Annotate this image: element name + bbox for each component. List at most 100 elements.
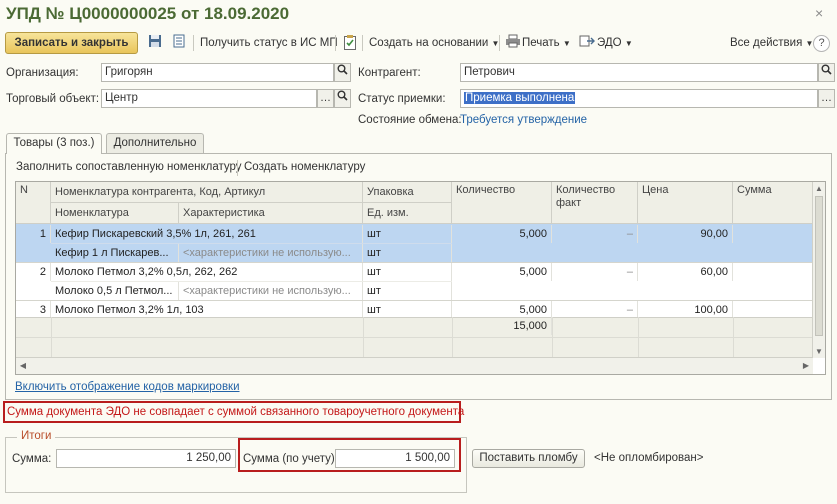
package-cell[interactable]: шт [363, 225, 452, 243]
counterparty-nom-cell[interactable]: Молоко Петмол 3,2% 1л, 103 [51, 301, 363, 317]
package-cell[interactable]: шт [363, 263, 452, 281]
edo-icon[interactable] [578, 34, 596, 52]
edo-label: ЭДО [597, 37, 622, 49]
search-icon[interactable] [818, 63, 835, 82]
footer-col-divider [452, 317, 453, 358]
header-n[interactable]: N [16, 182, 51, 224]
fill-matched-button[interactable]: Заполнить сопоставленную номенклатуру [16, 161, 242, 173]
quantity-cell[interactable]: 5,000 [452, 301, 552, 317]
exchange-state-label: Состояние обмена: [358, 114, 462, 126]
save-icon[interactable] [146, 34, 164, 52]
scroll-left-icon[interactable]: ◀ [18, 361, 28, 370]
accept-status-field[interactable]: Приемка выполнена [460, 89, 818, 108]
header-quantity-fact[interactable]: Количество факт [552, 182, 638, 224]
scroll-right-icon[interactable]: ▶ [801, 361, 811, 370]
unit-cell[interactable]: шт [363, 244, 452, 262]
document-list-icon[interactable] [170, 34, 188, 52]
footer-col-divider [552, 317, 553, 358]
package-cell[interactable]: шт [363, 301, 452, 317]
ellipsis-icon[interactable]: … [317, 89, 334, 108]
edo-dropdown[interactable]: ЭДО ▼ [597, 37, 633, 49]
footer-divider [16, 337, 813, 338]
sum-accounting-field[interactable]: 1 500,00 [335, 449, 455, 468]
quantity-cell[interactable]: 5,000 [452, 263, 552, 281]
search-icon[interactable] [334, 89, 351, 108]
seal-button[interactable]: Поставить пломбу [472, 449, 585, 468]
header-characteristic[interactable]: Характеристика [179, 203, 363, 224]
chevron-down-icon: ▼ [624, 39, 633, 48]
footer-col-divider [638, 317, 639, 358]
sum-field[interactable]: 1 250,00 [56, 449, 236, 468]
print-dropdown[interactable]: Печать ▼ [522, 37, 571, 49]
chevron-down-icon: ▼ [562, 39, 571, 48]
toolbar-divider [237, 160, 238, 176]
toolbar-divider [362, 35, 363, 51]
header-unit[interactable]: Ед. изм. [363, 203, 452, 224]
quantity-fact-cell[interactable]: – [552, 301, 638, 317]
header-counterparty-nom[interactable]: Номенклатура контрагента, Код, Артикул [51, 182, 363, 203]
row-number: 3 [16, 301, 51, 317]
seal-status: <Не опломбирован> [594, 452, 704, 464]
footer-col-divider [733, 317, 734, 358]
quantity-cell[interactable]: 5,000 [452, 225, 552, 243]
clipboard-check-icon[interactable] [341, 34, 359, 52]
all-actions-label: Все действия [730, 37, 803, 49]
organization-field[interactable]: Григорян [101, 63, 334, 82]
trade-object-label: Торговый объект: [6, 93, 100, 105]
footer-col-divider [363, 317, 364, 358]
row-number: 1 [16, 225, 51, 243]
page-title: УПД № Ц0000000025 от 18.09.2020 [6, 4, 290, 23]
close-icon[interactable]: × [815, 6, 829, 20]
quantity-fact-cell[interactable]: – [552, 263, 638, 281]
header-nomenclature[interactable]: Номенклатура [51, 203, 179, 224]
exchange-state-link[interactable]: Требуется утверждение [460, 114, 587, 126]
trade-object-field[interactable]: Центр [101, 89, 317, 108]
search-icon[interactable] [334, 63, 351, 82]
totals-group-title: Итоги [17, 430, 56, 442]
save-close-button[interactable]: Записать и закрыть [5, 32, 138, 54]
toolbar-divider [193, 35, 194, 51]
row-number: 2 [16, 263, 51, 281]
header-quantity[interactable]: Количество [452, 182, 552, 224]
help-button[interactable]: ? [813, 35, 830, 52]
nomenclature-cell[interactable]: Молоко 0,5 л Петмол... [51, 282, 179, 300]
counterparty-field[interactable]: Петрович [460, 63, 818, 82]
accept-status-label: Статус приемки: [358, 93, 446, 105]
error-message: Сумма документа ЭДО не совпадает с суммо… [3, 401, 464, 423]
header-price[interactable]: Цена [638, 182, 733, 224]
vertical-scrollbar[interactable]: ▲ ▼ [812, 182, 825, 358]
tab-goods[interactable]: Товары (3 поз.) [6, 133, 102, 154]
header-package[interactable]: Упаковка [363, 182, 452, 203]
get-status-button[interactable]: Получить статус в ИС МП [200, 37, 338, 49]
nomenclature-cell[interactable]: Кефир 1 л Пискарев... [51, 244, 179, 262]
goods-table: N Номенклатура контрагента, Код, Артикул… [15, 181, 826, 375]
create-based-dropdown[interactable]: Создать на основании ▼ [369, 37, 499, 49]
price-cell[interactable]: 90,00 [638, 225, 733, 243]
create-based-label: Создать на основании [369, 37, 489, 49]
organization-label: Организация: [6, 67, 79, 79]
sum-label: Сумма: [12, 453, 52, 465]
counterparty-nom-cell[interactable]: Молоко Петмол 3,2% 0,5л, 262, 262 [51, 263, 363, 281]
scroll-thumb[interactable] [815, 196, 823, 336]
scroll-up-icon[interactable]: ▲ [813, 184, 825, 193]
horizontal-scrollbar[interactable]: ◀ ▶ [16, 357, 813, 374]
price-cell[interactable]: 100,00 [638, 301, 733, 317]
create-nomenclature-button[interactable]: Создать номенклатуру [244, 161, 365, 173]
quantity-fact-cell[interactable]: – [552, 225, 638, 243]
price-cell[interactable]: 60,00 [638, 263, 733, 281]
counterparty-label: Контрагент: [358, 67, 421, 79]
toolbar-divider [499, 35, 500, 51]
tab-additional[interactable]: Дополнительно [106, 133, 204, 153]
counterparty-nom-cell[interactable]: Кефир Пискаревский 3,5% 1л, 261, 261 [51, 225, 363, 243]
ellipsis-icon[interactable]: … [818, 89, 835, 108]
unit-cell[interactable]: шт [363, 282, 452, 300]
scroll-down-icon[interactable]: ▼ [813, 347, 825, 356]
printer-icon[interactable] [504, 34, 522, 52]
all-actions-dropdown[interactable]: Все действия ▼ [730, 37, 813, 49]
marking-codes-link[interactable]: Включить отображение кодов маркировки [15, 381, 240, 393]
header-sum[interactable]: Сумма [733, 182, 813, 224]
characteristic-cell[interactable]: <характеристики не использую... [179, 282, 363, 300]
toolbar-divider [335, 35, 336, 51]
characteristic-cell[interactable]: <характеристики не использую... [179, 244, 363, 262]
sum-accounting-label: Сумма (по учету): [243, 453, 338, 465]
